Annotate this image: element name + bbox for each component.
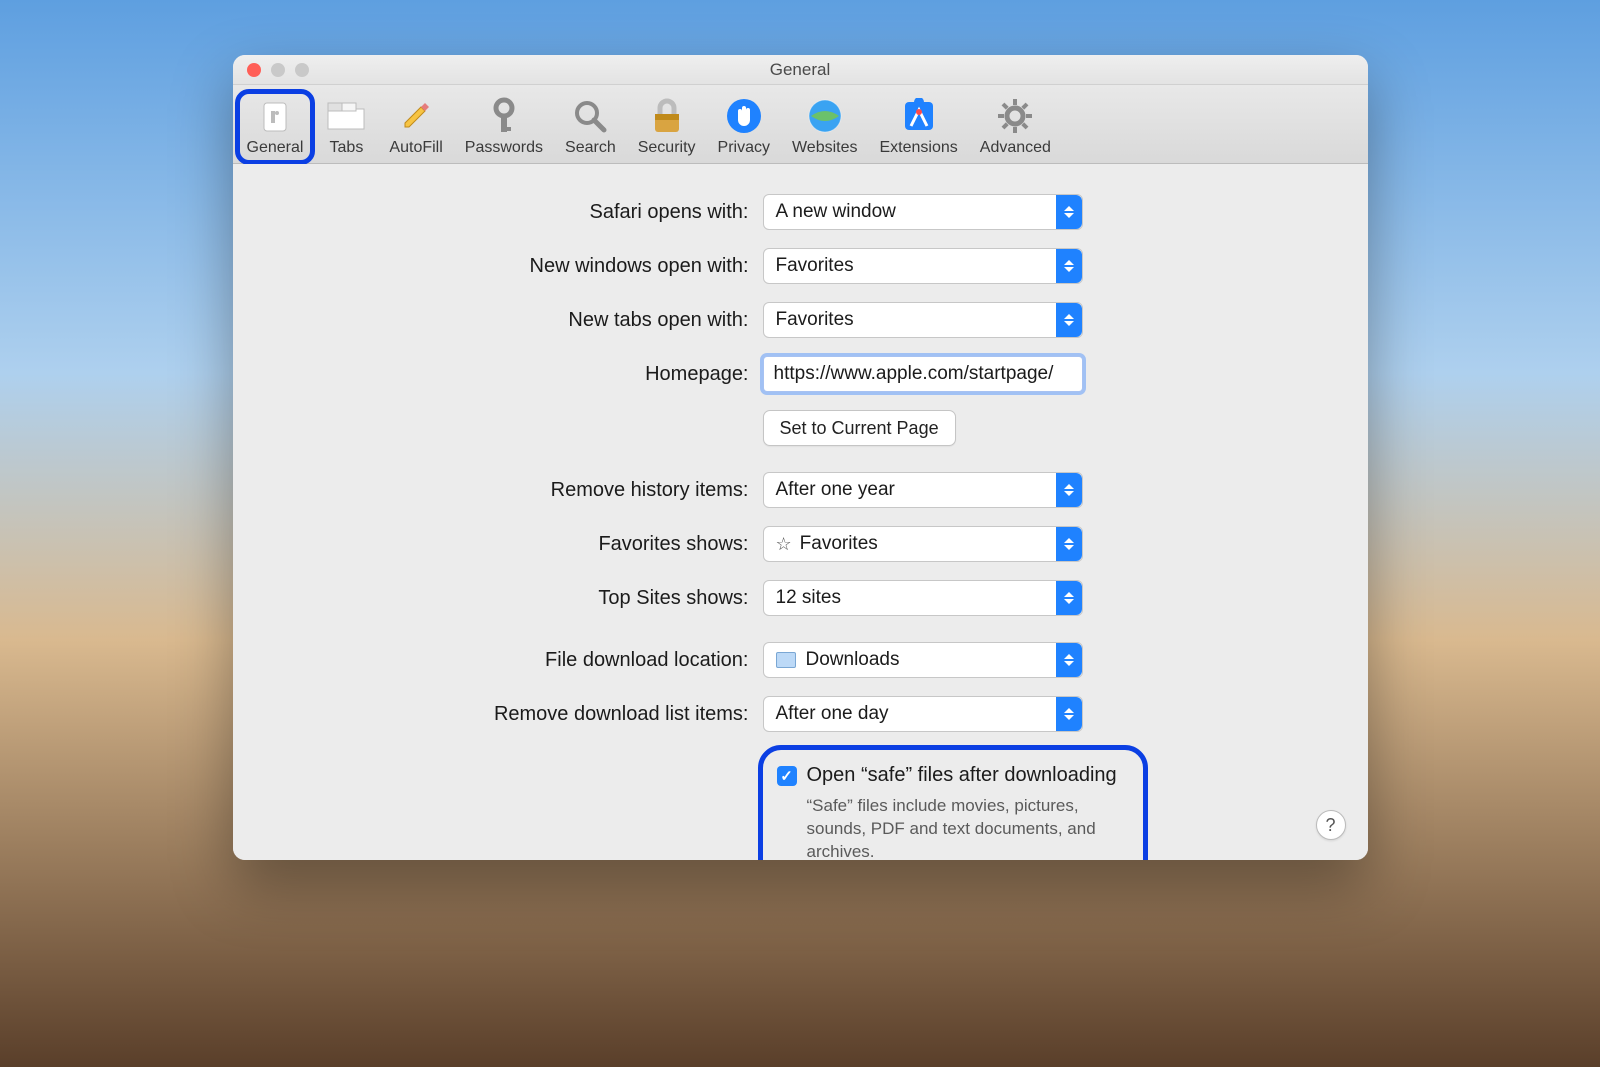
- open-safe-files-highlight: Open “safe” files after downloading “Saf…: [763, 750, 1143, 860]
- tab-search[interactable]: Search: [555, 91, 626, 163]
- homepage-field[interactable]: https://www.apple.com/startpage/: [763, 356, 1083, 392]
- label-remove-downloads: Remove download list items:: [273, 703, 763, 726]
- maximize-button[interactable]: [295, 63, 309, 77]
- help-button[interactable]: ?: [1316, 810, 1346, 840]
- tab-security[interactable]: Security: [628, 91, 706, 163]
- tab-autofill[interactable]: AutoFill: [379, 91, 452, 163]
- set-current-page-button[interactable]: Set to Current Page: [763, 410, 956, 446]
- tab-tabs[interactable]: Tabs: [315, 91, 377, 163]
- select-remove-downloads[interactable]: After one day: [763, 696, 1083, 732]
- tabs-icon: [325, 95, 367, 137]
- traffic-lights: [247, 63, 309, 77]
- switch-icon: [254, 95, 296, 137]
- chevron-updown-icon: [1056, 697, 1082, 731]
- general-pane: Safari opens with: A new window New wind…: [233, 164, 1368, 860]
- tab-websites[interactable]: Websites: [782, 91, 868, 163]
- open-safe-files-label: Open “safe” files after downloading: [807, 764, 1117, 787]
- select-download-location[interactable]: Downloads: [763, 642, 1083, 678]
- tab-advanced[interactable]: Advanced: [970, 91, 1061, 163]
- globe-icon: [804, 95, 846, 137]
- chevron-updown-icon: [1056, 643, 1082, 677]
- chevron-updown-icon: [1056, 303, 1082, 337]
- chevron-updown-icon: [1056, 473, 1082, 507]
- label-remove-history: Remove history items:: [273, 479, 763, 502]
- tab-privacy[interactable]: Privacy: [708, 91, 780, 163]
- toolbar: General Tabs AutoFill Passwords Search Securi…: [233, 85, 1368, 164]
- preferences-window: General General Tabs AutoFill Passwords Sear…: [233, 55, 1368, 860]
- chevron-updown-icon: [1056, 195, 1082, 229]
- tab-label: Advanced: [980, 139, 1051, 157]
- tab-label: Tabs: [330, 139, 364, 157]
- open-safe-files-checkbox[interactable]: [777, 766, 797, 786]
- tab-label: Privacy: [718, 139, 770, 157]
- chevron-updown-icon: [1056, 581, 1082, 615]
- select-top-sites[interactable]: 12 sites: [763, 580, 1083, 616]
- label-opens-with: Safari opens with:: [273, 201, 763, 224]
- select-opens-with[interactable]: A new window: [763, 194, 1083, 230]
- tab-label: AutoFill: [389, 139, 442, 157]
- chevron-updown-icon: [1056, 249, 1082, 283]
- tab-extensions[interactable]: Extensions: [870, 91, 968, 163]
- tab-general[interactable]: General: [237, 91, 314, 163]
- hand-icon: [723, 95, 765, 137]
- tab-label: Extensions: [880, 139, 958, 157]
- select-remove-history[interactable]: After one year: [763, 472, 1083, 508]
- pencil-icon: [395, 95, 437, 137]
- chevron-updown-icon: [1056, 527, 1082, 561]
- titlebar: General: [233, 55, 1368, 85]
- search-icon: [569, 95, 611, 137]
- gear-icon: [994, 95, 1036, 137]
- select-favorites-shows[interactable]: ☆Favorites: [763, 526, 1083, 562]
- close-button[interactable]: [247, 63, 261, 77]
- puzzle-icon: [898, 95, 940, 137]
- select-new-windows[interactable]: Favorites: [763, 248, 1083, 284]
- star-icon: ☆: [776, 534, 792, 555]
- label-top-sites: Top Sites shows:: [273, 587, 763, 610]
- lock-icon: [646, 95, 688, 137]
- select-new-tabs[interactable]: Favorites: [763, 302, 1083, 338]
- label-new-tabs: New tabs open with:: [273, 309, 763, 332]
- tab-passwords[interactable]: Passwords: [455, 91, 553, 163]
- tab-label: Websites: [792, 139, 858, 157]
- tab-label: Search: [565, 139, 616, 157]
- label-download-location: File download location:: [273, 649, 763, 672]
- minimize-button[interactable]: [271, 63, 285, 77]
- tab-label: General: [247, 139, 304, 157]
- open-safe-files-description: “Safe” files include movies, pictures, s…: [807, 795, 1125, 860]
- label-new-windows: New windows open with:: [273, 255, 763, 278]
- label-homepage: Homepage:: [273, 363, 763, 386]
- window-title: General: [770, 60, 830, 80]
- key-icon: [483, 95, 525, 137]
- tab-label: Passwords: [465, 139, 543, 157]
- folder-icon: [776, 652, 796, 668]
- label-favorites-shows: Favorites shows:: [273, 533, 763, 556]
- tab-label: Security: [638, 139, 696, 157]
